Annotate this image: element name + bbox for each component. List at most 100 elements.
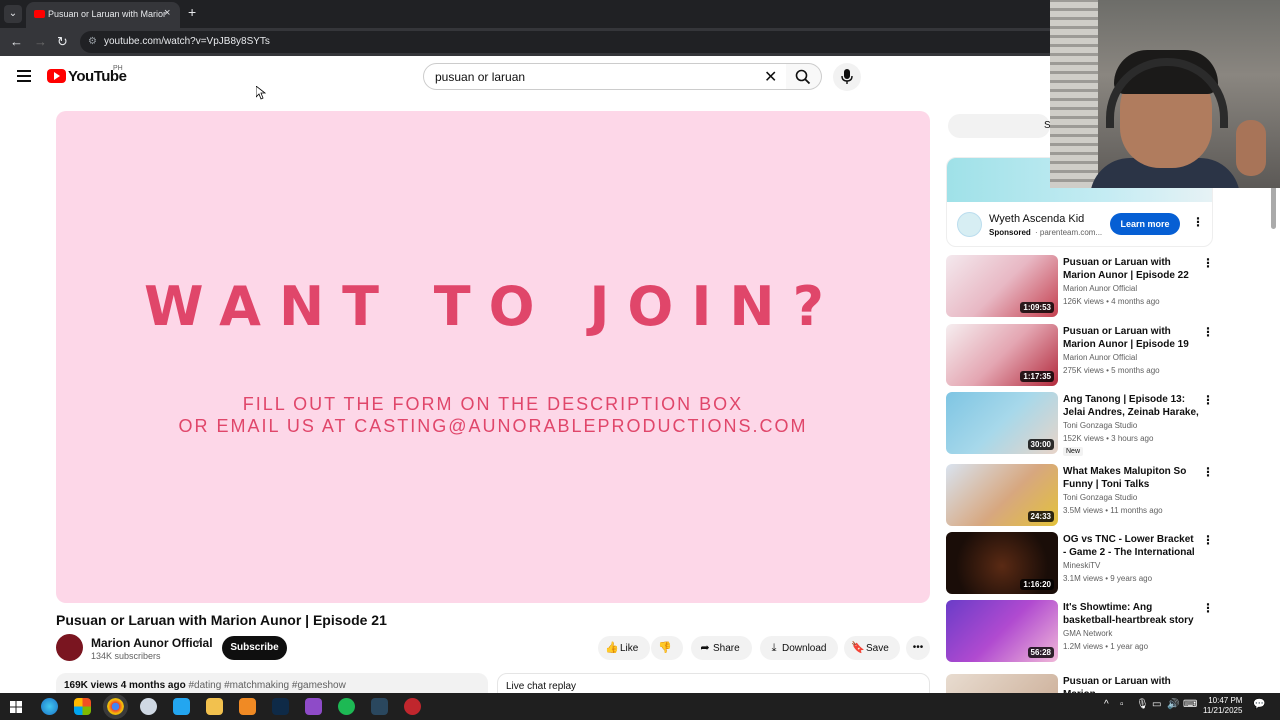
search-query[interactable]: pusuan or laruan — [435, 70, 525, 84]
video-thumbnail[interactable]: 56:28 — [946, 600, 1058, 662]
learn-more-button[interactable]: Learn more — [1110, 213, 1180, 235]
recommended-channel[interactable]: Toni Gonzaga Studio — [1063, 493, 1137, 502]
photoshop-icon[interactable] — [272, 698, 289, 715]
video-player[interactable]: WANT TO JOIN? FILL OUT THE FORM ON THE D… — [56, 111, 930, 603]
recommended-title[interactable]: Pusuan or Laruan with Marion Aunor | Epi… — [1063, 256, 1199, 282]
recommended-channel[interactable]: GMA Network — [1063, 629, 1112, 638]
video-thumbnail[interactable]: 1:16:20 — [946, 532, 1058, 594]
copilot-icon[interactable] — [74, 698, 91, 715]
filter-chips-bar[interactable]: S — [948, 114, 1051, 138]
hamburger-menu-icon[interactable] — [17, 70, 31, 82]
more-options-icon[interactable]: ⋮ — [1202, 465, 1214, 479]
ad-more-options-icon[interactable]: ⋮ — [1192, 215, 1204, 229]
app-icon[interactable] — [140, 698, 157, 715]
more-options-icon[interactable]: ⋮ — [1202, 393, 1214, 407]
video-thumbnail[interactable]: 30:00 — [946, 392, 1058, 454]
recommended-title[interactable]: Pusuan or Laruan with Marion Aunor | Epi… — [1063, 325, 1199, 351]
clock-time: 10:47 PM — [1208, 696, 1243, 705]
recommended-title[interactable]: It's Showtime: Ang basketball-heartbreak… — [1063, 601, 1199, 627]
sponsored-label: Sponsored — [989, 228, 1031, 237]
app-icon[interactable] — [305, 698, 322, 715]
clock-date: 11/21/2025 — [1203, 706, 1243, 715]
file-explorer-icon[interactable] — [206, 698, 223, 715]
new-tab-button[interactable]: + — [188, 4, 196, 20]
tray-overflow-icon[interactable]: ^ — [1104, 699, 1109, 710]
search-button[interactable] — [786, 63, 822, 90]
recommended-title[interactable]: Pusuan or Laruan with Marion — [1063, 675, 1199, 693]
video-duration: 24:33 — [1027, 511, 1054, 522]
ad-domain: · parenteam.com... — [1035, 228, 1103, 237]
dislike-button[interactable]: 👎 — [651, 636, 683, 660]
video-thumbnail[interactable]: 24:33 — [946, 464, 1058, 526]
site-info-icon[interactable]: ⚙ — [88, 36, 97, 47]
forward-arrow-icon[interactable]: → — [34, 34, 47, 49]
recommended-video[interactable]: 1:16:20 OG vs TNC - Lower Bracket - Game… — [946, 532, 1226, 594]
tray-app-icon[interactable]: ▫ — [1120, 699, 1124, 710]
video-headline: WANT TO JOIN? — [144, 275, 842, 338]
recommended-title[interactable]: What Makes Malupiton So Funny | Toni Tal… — [1063, 465, 1199, 491]
keyboard-icon[interactable]: ⌨ — [1183, 699, 1197, 710]
recommended-channel[interactable]: MineskiTV — [1063, 561, 1100, 570]
download-label: Download — [782, 643, 827, 654]
recommended-title[interactable]: OG vs TNC - Lower Bracket - Game 2 - The… — [1063, 533, 1199, 559]
subscribe-button[interactable]: Subscribe — [222, 636, 287, 660]
page-scrollbar[interactable] — [1271, 186, 1276, 229]
download-button[interactable]: ⤓ Download — [760, 636, 838, 660]
youtube-play-icon — [47, 69, 66, 83]
reload-icon[interactable]: ↻ — [57, 34, 68, 50]
video-thumbnail[interactable]: 1:17:35 — [946, 324, 1058, 386]
address-bar[interactable]: ⚙ youtube.com/watch?v=VpJB8y8SYTs — [80, 31, 1060, 53]
microphone-tray-icon[interactable]: 🎙 — [1136, 699, 1149, 710]
sublime-text-icon[interactable] — [239, 698, 256, 715]
recommended-video[interactable]: 30:00 Ang Tanong | Episode 13: Jelai And… — [946, 392, 1226, 456]
more-options-icon[interactable]: ⋮ — [1202, 256, 1214, 270]
more-options-icon[interactable]: ⋮ — [1202, 325, 1214, 339]
recommended-video[interactable]: 56:28 It's Showtime: Ang basketball-hear… — [946, 600, 1226, 662]
hashtags[interactable]: #dating #matchmaking #gameshow — [189, 680, 346, 691]
recommended-video[interactable]: 24:33 What Makes Malupiton So Funny | To… — [946, 464, 1226, 526]
network-icon[interactable]: ▭ — [1152, 699, 1161, 710]
recommended-title[interactable]: Ang Tanong | Episode 13: Jelai Andres, Z… — [1063, 393, 1199, 419]
more-actions-icon[interactable]: ••• — [906, 636, 930, 660]
chrome-icon[interactable] — [103, 694, 128, 719]
more-options-icon[interactable]: ⋮ — [1202, 601, 1214, 615]
thumbs-up-icon: 👍 — [605, 642, 619, 654]
recommended-video[interactable]: 1:17:35 Pusuan or Laruan with Marion Aun… — [946, 324, 1226, 386]
voice-search-button[interactable] — [833, 63, 861, 91]
video-thumbnail[interactable] — [946, 674, 1058, 693]
recommended-channel[interactable]: Toni Gonzaga Studio — [1063, 421, 1137, 430]
more-options-icon[interactable]: ⋮ — [1202, 533, 1214, 547]
recommended-video[interactable]: Pusuan or Laruan with Marion — [946, 674, 1226, 693]
notifications-icon[interactable]: 💬 — [1253, 699, 1265, 710]
tab-search-chevron-icon[interactable]: ⌄ — [4, 5, 22, 23]
windows-taskbar: ^ ▫ 🎙 ▭ 🔊 ⌨ 10:47 PM 11/21/2025 💬 — [0, 693, 1280, 720]
clock[interactable]: 10:47 PM 11/21/2025 — [1203, 696, 1242, 716]
recommended-video[interactable]: 1:09:53 Pusuan or Laruan with Marion Aun… — [946, 255, 1226, 317]
video-thumbnail[interactable]: 1:09:53 — [946, 255, 1058, 317]
ad-title[interactable]: Wyeth Ascenda Kid — [989, 213, 1084, 225]
save-button[interactable]: 🔖Save — [844, 636, 900, 660]
vscode-icon[interactable] — [173, 698, 190, 715]
tab-close-icon[interactable]: × — [164, 7, 170, 19]
windows-start-icon[interactable] — [10, 701, 22, 713]
edge-browser-icon[interactable] — [41, 698, 58, 715]
back-arrow-icon[interactable]: ← — [10, 34, 23, 49]
clear-search-icon[interactable]: ✕ — [764, 67, 777, 87]
url-text[interactable]: youtube.com/watch?v=VpJB8y8SYTs — [104, 36, 270, 47]
like-button[interactable]: 👍Like — [598, 636, 650, 660]
share-arrow-icon: ➦ — [700, 642, 710, 654]
recommended-channel[interactable]: Marion Aunor Official — [1063, 353, 1137, 362]
share-button[interactable]: ➦ Share — [691, 636, 752, 660]
steam-icon[interactable] — [371, 698, 388, 715]
channel-avatar[interactable] — [56, 634, 83, 661]
volume-icon[interactable]: 🔊 — [1167, 699, 1179, 710]
recommended-stats: 275K views • 5 months ago — [1063, 366, 1160, 375]
obs-icon[interactable] — [404, 698, 421, 715]
new-badge: New — [1063, 447, 1084, 456]
recommended-channel[interactable]: Marion Aunor Official — [1063, 284, 1137, 293]
spotify-icon[interactable] — [338, 698, 355, 715]
search-input[interactable]: pusuan or laruan ✕ — [423, 63, 787, 90]
recommended-stats: 3.5M views • 11 months ago — [1063, 506, 1163, 515]
logo-country-code: PH — [113, 65, 123, 72]
browser-tab[interactable]: Pusuan or Laruan with Marion A × — [26, 2, 180, 28]
